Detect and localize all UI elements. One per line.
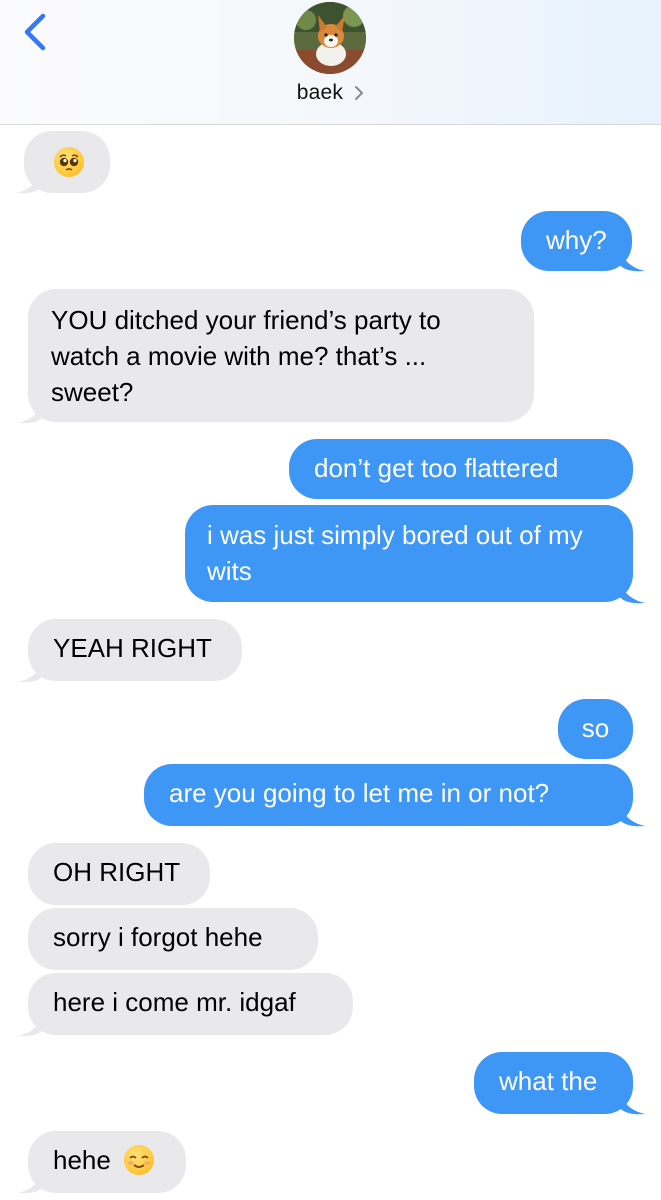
bubble-tail	[619, 580, 645, 604]
pleading-face-emoji	[54, 147, 84, 177]
contact-name: baek	[296, 81, 344, 104]
message-text: hehe	[53, 1145, 111, 1175]
chevron-left-icon	[24, 13, 46, 51]
bubble-tail	[619, 803, 645, 827]
message-bubble-outgoing[interactable]: what the	[474, 1052, 633, 1114]
message-text: so	[581, 713, 610, 743]
message-bubble-outgoing[interactable]: why?	[521, 211, 632, 271]
message-text: here i come mr. idgaf	[53, 987, 296, 1017]
message-bubble-outgoing[interactable]: so	[558, 699, 633, 759]
message-bubble-incoming[interactable]: sorry i forgot hehe	[28, 908, 318, 970]
message-bubble-incoming[interactable]: here i come mr. idgaf	[28, 973, 353, 1035]
message-text: why?	[546, 225, 607, 255]
bubble-tail	[619, 1091, 645, 1115]
bubble-tail	[18, 1013, 44, 1037]
message-bubble-outgoing[interactable]: are you going to let me in or not?	[144, 764, 633, 826]
message-text: sorry i forgot hehe	[53, 922, 263, 952]
message-bubble-incoming[interactable]: YOU ditched your friend’s party to watch…	[28, 289, 534, 422]
bubble-tail	[18, 400, 44, 424]
message-text: YEAH RIGHT	[53, 633, 212, 663]
bubble-tail	[18, 659, 44, 683]
smiling-face-emoji	[124, 1145, 155, 1176]
bubble-tail	[18, 1170, 44, 1194]
message-bubble-outgoing[interactable]: don’t get too flattered	[289, 439, 633, 499]
message-bubble-incoming[interactable]: hehe	[28, 1131, 186, 1193]
back-button[interactable]	[16, 10, 56, 54]
message-bubble-incoming[interactable]: YEAH RIGHT	[28, 619, 242, 681]
message-text: i was just simply bored out of my wits	[207, 520, 583, 586]
corgi-avatar-image	[294, 2, 366, 74]
message-text: don’t get too flattered	[314, 453, 559, 483]
contact-name-button[interactable]: baek	[0, 81, 661, 105]
message-bubble-outgoing[interactable]: i was just simply bored out of my wits	[185, 505, 633, 602]
message-text: what the	[499, 1066, 598, 1096]
message-text: YOU ditched your friend’s party to watch…	[51, 305, 441, 407]
message-text: are you going to let me in or not?	[169, 778, 550, 808]
chevron-right-icon	[355, 86, 364, 101]
bubble-tail	[16, 170, 42, 194]
message-bubble-incoming[interactable]: OH RIGHT	[28, 843, 210, 905]
bubble-tail	[619, 248, 645, 272]
avatar[interactable]	[294, 2, 366, 74]
conversation-header: baek	[0, 0, 661, 125]
message-text: OH RIGHT	[53, 857, 181, 887]
